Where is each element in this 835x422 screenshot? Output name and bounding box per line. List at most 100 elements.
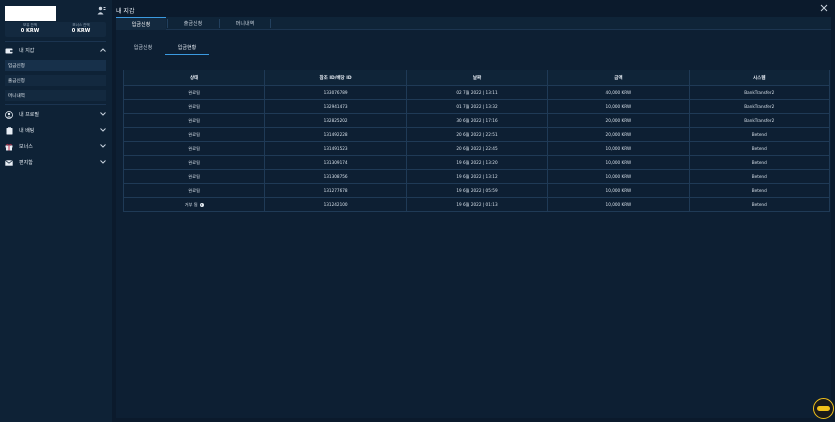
cell-system: Betend	[688, 170, 830, 183]
table-row: 완료됨 132941473 01 7월 2022 | 13:32 10,000 …	[123, 100, 830, 114]
cell-status-text: 거부 됨	[184, 201, 198, 207]
cell-status: 거부 됨 !	[123, 198, 264, 211]
chevron-down-icon[interactable]	[99, 143, 107, 150]
clipboard-icon	[5, 126, 13, 135]
table-row: 완료됨 131491523 20 6월 2022 | 22:45 10,000 …	[123, 142, 830, 156]
cell-reference-id: 133076789	[264, 86, 405, 99]
sidebar-item-bonus-label: 보너스	[19, 144, 33, 150]
info-icon[interactable]: !	[199, 202, 204, 207]
cell-status: 완료됨	[123, 184, 264, 197]
sidebar-subitem-withdraw-label: 출금신청	[8, 78, 25, 84]
envelope-icon	[5, 159, 13, 167]
cell-status: 완료됨	[123, 128, 264, 141]
cell-date: 20 6월 2022 | 22:45	[405, 142, 547, 155]
tab-withdraw-request[interactable]: 출금신청	[168, 17, 218, 29]
sidebar-subitem-withdraw[interactable]: 출금신청	[5, 75, 106, 86]
close-icon[interactable]	[819, 4, 829, 14]
bonus-balance-value: 0 KRW	[71, 28, 91, 34]
chat-icon	[817, 406, 830, 411]
cell-amount: 40,000 KRW	[547, 86, 688, 99]
cell-system: Betend	[688, 156, 830, 169]
table-row: 완료됨 131277678 19 6월 2022 | 05:59 10,000 …	[123, 184, 830, 198]
content-panel: 입금신청 입금현황 상태 참조 ID/배당 ID 날짜 금액 시스템 완료됨 1…	[116, 30, 831, 418]
balance-box: 보유 잔액 0 KRW 보너스 잔액 0 KRW	[5, 22, 106, 37]
cell-reference-id: 131242100	[264, 198, 405, 211]
cell-amount: 10,000 KRW	[547, 184, 688, 197]
sidebar-subitem-deposit[interactable]: 입금신청	[5, 60, 106, 71]
chevron-down-icon[interactable]	[99, 127, 107, 134]
sidebar-item-inbox[interactable]: 편지함	[0, 155, 112, 170]
chevron-down-icon[interactable]	[99, 159, 107, 166]
cell-amount: 20,000 KRW	[547, 114, 688, 127]
chat-widget-button[interactable]	[813, 398, 834, 419]
cell-amount: 10,000 KRW	[547, 156, 688, 169]
cell-date: 19 6월 2022 | 01:13	[405, 198, 547, 211]
cell-system: Betend	[688, 198, 830, 211]
subtab-deposit-status[interactable]: 입금현황	[165, 40, 209, 55]
sidebar-item-inbox-label: 편지함	[19, 160, 33, 166]
column-header-reference-id: 참조 ID/배당 ID	[264, 70, 405, 85]
cell-reference-id: 131492228	[264, 128, 405, 141]
subtab-deposit-request[interactable]: 입금신청	[126, 40, 160, 54]
deposit-table: 상태 참조 ID/배당 ID 날짜 금액 시스템 완료됨 133076789 0…	[123, 70, 830, 212]
column-header-system: 시스템	[688, 70, 830, 85]
bonus-balance: 보너스 잔액 0 KRW	[56, 23, 106, 35]
user-circle-icon	[5, 110, 13, 119]
cell-date: 30 6월 2022 | 17:16	[405, 114, 547, 127]
cell-reference-id: 132941473	[264, 100, 405, 113]
cell-date: 19 6월 2022 | 13:12	[405, 170, 547, 183]
table-row: 거부 됨 ! 131242100 19 6월 2022 | 01:13 10,0…	[123, 198, 830, 212]
cell-system: BankTransfer2	[688, 114, 830, 127]
cell-system: Betend	[688, 184, 830, 197]
cell-reference-id: 131277678	[264, 184, 405, 197]
cell-amount: 10,000 KRW	[547, 170, 688, 183]
sidebar-subitem-history[interactable]: 머니내역	[5, 90, 106, 101]
sidebar-subitem-deposit-label: 입금신청	[8, 63, 25, 69]
column-header-date: 날짜	[405, 70, 547, 85]
cell-status: 완료됨	[123, 86, 264, 99]
cell-system: BankTransfer2	[688, 86, 830, 99]
divider	[5, 104, 106, 105]
sidebar-item-bets[interactable]: 내 배팅	[0, 123, 112, 138]
table-row: 완료됨 131309174 19 6월 2022 | 13:20 10,000 …	[123, 156, 830, 170]
sidebar-item-bonus[interactable]: 보너스	[0, 139, 112, 154]
main-balance-value: 0 KRW	[20, 28, 40, 34]
tab-money-history[interactable]: 머니내역	[220, 17, 270, 29]
column-header-amount: 금액	[547, 70, 688, 85]
cell-amount: 10,000 KRW	[547, 198, 688, 211]
tab-deposit-request[interactable]: 입금신청	[116, 17, 166, 30]
sidebar-item-wallet[interactable]: 내 지갑	[0, 43, 112, 58]
cell-date: 19 6월 2022 | 13:20	[405, 156, 547, 169]
cell-reference-id: 131491523	[264, 142, 405, 155]
table-row: 완료됨 131492228 20 6월 2022 | 22:51 20,000 …	[123, 128, 830, 142]
table-row: 완료됨 133076789 02 7월 2022 | 13:11 40,000 …	[123, 86, 830, 100]
divider	[5, 41, 106, 42]
main-balance: 보유 잔액 0 KRW	[5, 23, 55, 35]
sidebar: 보유 잔액 0 KRW 보너스 잔액 0 KRW 내 지갑 입금신청 출금신청 …	[0, 0, 112, 422]
cell-status: 완료됨	[123, 170, 264, 183]
main-panel: 내 지갑 입금신청 출금신청 머니내역 입금신청 입금현황 상태 참조 ID/배…	[112, 0, 835, 422]
cell-system: BankTransfer2	[688, 100, 830, 113]
cell-amount: 20,000 KRW	[547, 128, 688, 141]
cell-date: 02 7월 2022 | 13:11	[405, 86, 547, 99]
cell-status: 완료됨	[123, 156, 264, 169]
cell-system: Betend	[688, 142, 830, 155]
sidebar-subitem-history-label: 머니내역	[8, 93, 25, 99]
cell-reference-id: 131309174	[264, 156, 405, 169]
cell-reference-id: 132825202	[264, 114, 405, 127]
site-logo[interactable]	[5, 6, 56, 21]
cell-status: 완료됨	[123, 114, 264, 127]
cell-reference-id: 131308756	[264, 170, 405, 183]
cell-date: 19 6월 2022 | 05:59	[405, 184, 547, 197]
user-menu-icon[interactable]	[97, 6, 106, 15]
chevron-up-icon[interactable]	[99, 47, 107, 54]
tab-separator	[270, 19, 271, 28]
cell-status: 완료됨	[123, 100, 264, 113]
sidebar-item-wallet-label: 내 지갑	[19, 48, 35, 54]
cell-amount: 10,000 KRW	[547, 100, 688, 113]
table-header: 상태 참조 ID/배당 ID 날짜 금액 시스템	[123, 70, 830, 86]
column-header-status: 상태	[123, 70, 264, 85]
sidebar-item-profile[interactable]: 내 프로필	[0, 107, 112, 122]
chevron-down-icon[interactable]	[99, 111, 107, 118]
page-title: 내 지갑	[116, 8, 135, 15]
